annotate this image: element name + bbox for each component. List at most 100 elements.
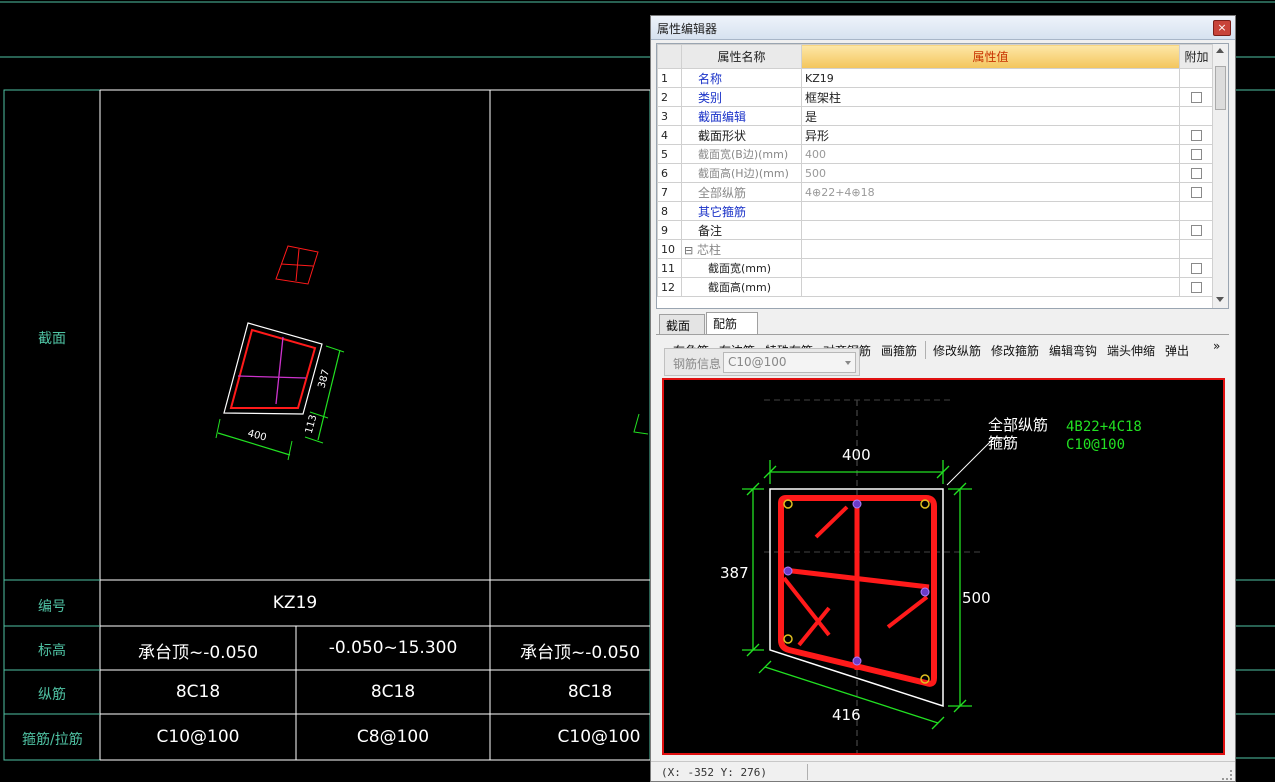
property-value[interactable]: 异形 xyxy=(801,125,1180,145)
row-number: 4 xyxy=(657,125,682,145)
cursor-coordinates: (X: -352 Y: 276) xyxy=(661,766,767,779)
table-row[interactable]: 9 备注 xyxy=(657,220,1214,240)
property-value[interactable]: KZ19 xyxy=(801,68,1180,88)
extra-cell[interactable] xyxy=(1179,163,1214,183)
rebar-info-value: C10@100 xyxy=(728,355,787,369)
property-name[interactable]: 备注 xyxy=(681,220,802,240)
property-value[interactable] xyxy=(801,201,1180,221)
table-row[interactable]: 7 全部纵筋 4⊕22+4⊕18 xyxy=(657,182,1214,202)
header-extra[interactable]: 附加 xyxy=(1179,44,1214,69)
extra-cell[interactable] xyxy=(1179,182,1214,202)
scroll-down-icon[interactable] xyxy=(1216,297,1224,302)
toolbar-separator xyxy=(925,341,926,359)
status-bar: (X: -352 Y: 276) xyxy=(651,761,1235,781)
toolbar-draw-stirrup[interactable]: 画箍筋 xyxy=(881,342,917,359)
property-value[interactable]: 400 xyxy=(801,144,1180,164)
rebar-info-group: 钢筋信息 C10@100 xyxy=(664,348,860,376)
collapse-toggle-icon[interactable]: ⊟ xyxy=(684,244,693,257)
title-bar[interactable]: 属性编辑器 × xyxy=(651,16,1235,40)
extra-checkbox[interactable] xyxy=(1191,225,1202,236)
property-name[interactable]: 截面高(mm) xyxy=(681,277,802,297)
toolbar-more-icon[interactable]: » xyxy=(1213,339,1220,353)
property-editor-window[interactable]: 属性编辑器 × 属性名称 属性值 附加 1 名称 KZ19 2 类别 框架柱 3… xyxy=(650,15,1236,782)
toolbar-end-extend[interactable]: 端头伸缩 xyxy=(1107,342,1155,359)
extra-checkbox[interactable] xyxy=(1191,130,1202,141)
tab-reinforcement[interactable]: 配筋 xyxy=(706,312,758,335)
rebar-info-select[interactable]: C10@100 xyxy=(723,352,856,373)
longitudinal-1: 8C18 xyxy=(175,682,221,702)
property-value[interactable]: 4⊕22+4⊕18 xyxy=(801,182,1180,202)
property-value[interactable] xyxy=(801,220,1180,240)
section-preview-canvas[interactable]: 400 387 500 416 全部纵筋 箍筋 4B22+4C18 C10@10… xyxy=(662,378,1225,755)
table-row[interactable]: 5 截面宽(B边)(mm) 400 xyxy=(657,144,1214,164)
property-name[interactable]: 截面形状 xyxy=(681,125,802,145)
property-name[interactable]: 类别 xyxy=(681,87,802,107)
property-value[interactable] xyxy=(801,277,1180,297)
row-label-stirrup: 箍筋/拉筋 xyxy=(22,732,83,748)
toolbar-edit-stirrup[interactable]: 修改箍筋 xyxy=(991,342,1039,359)
scroll-thumb[interactable] xyxy=(1215,66,1226,110)
table-row[interactable]: 1 名称 KZ19 xyxy=(657,68,1214,88)
section-shape: 400 387 113 xyxy=(215,322,345,461)
close-button[interactable]: × xyxy=(1213,20,1231,36)
table-row[interactable]: 8 其它箍筋 xyxy=(657,201,1214,221)
extra-cell[interactable] xyxy=(1179,258,1214,278)
table-row[interactable]: 11 截面宽(mm) xyxy=(657,258,1214,278)
extra-cell[interactable] xyxy=(1179,125,1214,145)
table-row[interactable]: 4 截面形状 异形 xyxy=(657,125,1214,145)
property-name[interactable]: 截面宽(B边)(mm) xyxy=(681,144,802,164)
column-code: KZ19 xyxy=(272,593,318,613)
preview-dim-top: 400 xyxy=(842,446,871,464)
property-name[interactable]: 其它箍筋 xyxy=(681,201,802,221)
extra-cell[interactable] xyxy=(1179,144,1214,164)
toolbar-edit-longitudinal[interactable]: 修改纵筋 xyxy=(933,342,981,359)
tab-panel-border xyxy=(656,334,1229,335)
table-row[interactable]: 10 ⊟ 芯柱 xyxy=(657,239,1214,259)
property-name[interactable]: 截面编辑 xyxy=(681,106,802,126)
row-label-section: 截面 xyxy=(38,331,66,347)
row-number: 12 xyxy=(657,277,682,297)
row-number: 9 xyxy=(657,220,682,240)
row-number: 10 xyxy=(657,239,682,259)
extra-cell[interactable] xyxy=(1179,220,1214,240)
table-row[interactable]: 12 截面高(mm) xyxy=(657,277,1214,297)
toolbar-edit-hook[interactable]: 编辑弯钩 xyxy=(1049,342,1097,359)
row-label-code: 编号 xyxy=(38,599,66,615)
table-row[interactable]: 2 类别 框架柱 xyxy=(657,87,1214,107)
extra-cell[interactable] xyxy=(1179,277,1214,297)
row-number: 5 xyxy=(657,144,682,164)
extra-checkbox[interactable] xyxy=(1191,168,1202,179)
property-name[interactable]: 截面高(H边)(mm) xyxy=(681,163,802,183)
property-value[interactable] xyxy=(801,239,1180,259)
property-grid[interactable]: 属性名称 属性值 附加 1 名称 KZ19 2 类别 框架柱 3 截面编辑 是 … xyxy=(656,43,1229,309)
toolbar-popup[interactable]: 弹出 xyxy=(1165,342,1189,359)
property-value[interactable]: 500 xyxy=(801,163,1180,183)
elevation-2: -0.050~15.300 xyxy=(328,638,458,658)
property-value[interactable]: 是 xyxy=(801,106,1180,126)
extra-checkbox[interactable] xyxy=(1191,263,1202,274)
core-symbol xyxy=(275,245,319,285)
extra-checkbox[interactable] xyxy=(1191,149,1202,160)
extra-checkbox[interactable] xyxy=(1191,282,1202,293)
extra-checkbox[interactable] xyxy=(1191,187,1202,198)
preview-dim-right: 500 xyxy=(962,589,991,607)
header-property-name[interactable]: 属性名称 xyxy=(681,44,802,69)
property-name-group[interactable]: ⊟ 芯柱 xyxy=(681,239,802,259)
property-name[interactable]: 全部纵筋 xyxy=(681,182,802,202)
chevron-down-icon[interactable] xyxy=(845,361,851,365)
vertical-scrollbar[interactable] xyxy=(1212,44,1228,308)
preview-label-all-long: 全部纵筋 xyxy=(988,416,1048,434)
extra-checkbox[interactable] xyxy=(1191,92,1202,103)
table-row[interactable]: 3 截面编辑 是 xyxy=(657,106,1214,126)
header-property-value[interactable]: 属性值 xyxy=(801,44,1180,69)
property-value[interactable] xyxy=(801,258,1180,278)
scroll-up-icon[interactable] xyxy=(1216,48,1224,53)
table-row[interactable]: 6 截面高(H边)(mm) 500 xyxy=(657,163,1214,183)
resize-grip-icon[interactable] xyxy=(1222,770,1232,780)
extra-cell[interactable] xyxy=(1179,87,1214,107)
property-name[interactable]: 截面宽(mm) xyxy=(681,258,802,278)
dim-113-text: 113 xyxy=(304,414,320,435)
property-value[interactable]: 框架柱 xyxy=(801,87,1180,107)
tab-section[interactable]: 截面 xyxy=(659,314,705,334)
property-name[interactable]: 名称 xyxy=(681,68,802,88)
